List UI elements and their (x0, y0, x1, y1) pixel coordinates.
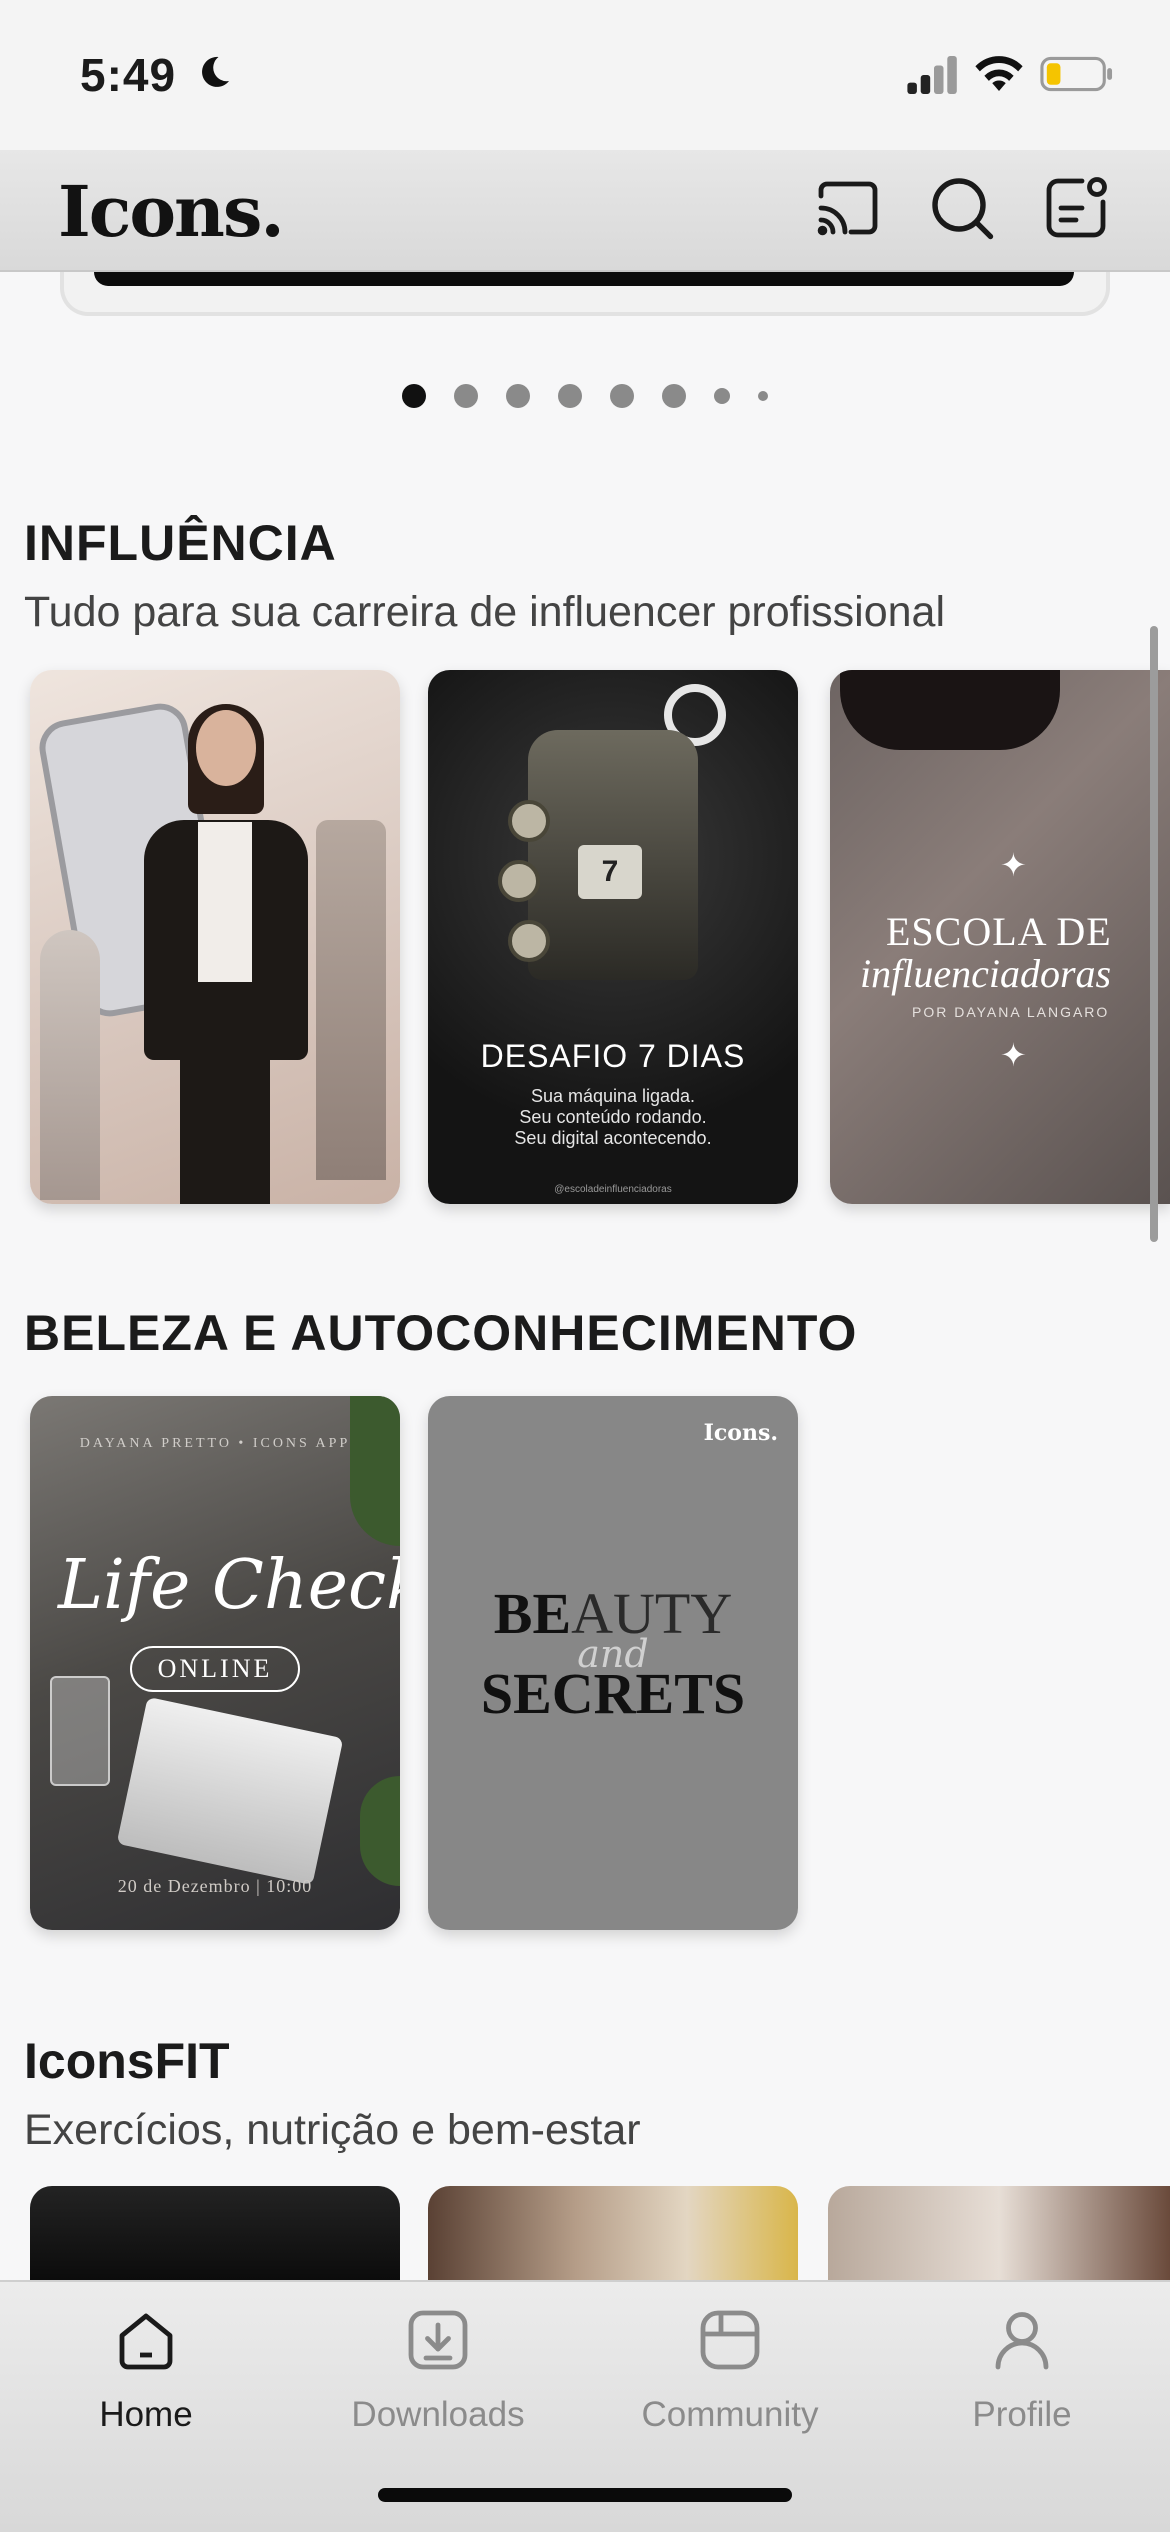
tab-community[interactable]: Community (584, 2304, 876, 2435)
influencer-portrait (130, 704, 320, 1204)
beauty-secrets-card[interactable]: Icons. BEAUTY and SECRETS (428, 1396, 798, 1930)
sparkle-icon: ✦ (1000, 1037, 1027, 1073)
escola-card[interactable]: ✦ ESCOLA DE influenciadoras POR DAYANA L… (830, 670, 1170, 1204)
influencer-card[interactable] (30, 670, 400, 1204)
card-logo: Icons. (703, 1420, 778, 1446)
escola-title: ESCOLA DE (886, 909, 1112, 954)
section-title-beleza: BELEZA E AUTOCONHECIMENTO (24, 1305, 858, 1361)
carousel-dot[interactable] (714, 388, 730, 404)
wifi-icon (975, 56, 1023, 91)
tab-profile[interactable]: Profile (876, 2304, 1168, 2435)
app-logo: Icons. (58, 170, 285, 253)
plant-graphic (360, 1776, 400, 1886)
tab-label: Profile (972, 2395, 1072, 2434)
clock-graphic (498, 860, 540, 902)
sparkle-icon: ✦ (1000, 847, 1027, 883)
community-icon (700, 2310, 760, 2370)
tagline-line: Seu digital acontecendo. (514, 1128, 712, 1148)
featured-banner[interactable] (60, 272, 1110, 316)
section-title-influencia: INFLUÊNCIA (24, 515, 337, 571)
user-icon (995, 2312, 1049, 2370)
notebook-graphic (116, 1696, 344, 1886)
glass-graphic (50, 1676, 110, 1786)
carousel-dot[interactable] (402, 384, 426, 408)
desafio-card[interactable]: 7 DESAFIO 7 DIAS Sua máquina ligada. Seu… (428, 670, 798, 1204)
tagline-line: Seu conteúdo rodando. (519, 1107, 707, 1127)
status-time: 5:49 (80, 49, 177, 101)
tab-home[interactable]: Home (0, 2304, 292, 2435)
section-subtitle-influencia: Tudo para sua carreira de influencer pro… (24, 588, 946, 636)
life-check-title: Life Check (58, 1546, 400, 1625)
fit-card[interactable] (428, 2186, 798, 2280)
carousel-dot[interactable] (662, 384, 686, 408)
carousel-dot[interactable] (506, 384, 530, 408)
profile-badge-icon[interactable] (1040, 172, 1112, 244)
escola-author: POR DAYANA LANGARO (912, 1004, 1110, 1020)
battery-icon (1040, 56, 1113, 92)
cast-icon[interactable] (812, 172, 884, 244)
status-bar: 5:49 (0, 0, 1170, 150)
scrollbar[interactable] (1150, 626, 1158, 1242)
life-check-card[interactable]: DAYANA PRETTO • ICONS APP Life Check ONL… (30, 1396, 400, 1930)
life-check-date: 20 de Dezembro | 10:00 (117, 1876, 313, 1896)
banner-image (94, 272, 1074, 286)
desafio-tagline: Sua máquina ligada. Seu conteúdo rodando… (428, 1086, 798, 1149)
tower-graphic (316, 820, 386, 1180)
carousel-dot[interactable] (758, 391, 768, 401)
section-title-fit: IconsFIT (24, 2033, 230, 2089)
tab-label: Downloads (351, 2395, 525, 2434)
app-header: Icons. (0, 150, 1170, 272)
tagline-line: Sua máquina ligada. (530, 1086, 696, 1106)
carousel-dots (0, 384, 1170, 408)
home-indicator (378, 2488, 792, 2502)
signal-icon (907, 56, 957, 94)
carousel-dot[interactable] (558, 384, 582, 408)
fit-card[interactable] (30, 2186, 400, 2280)
machine-screen: 7 (578, 845, 642, 899)
moon-icon (202, 56, 229, 87)
life-check-top-text: DAYANA PRETTO • ICONS APP (79, 1436, 351, 1451)
escola-subtitle: influenciadoras (860, 951, 1112, 996)
fit-card[interactable] (828, 2186, 1170, 2280)
section-subtitle-fit: Exercícios, nutrição e bem-estar (24, 2106, 641, 2154)
download-icon (408, 2310, 468, 2370)
online-badge: ONLINE (130, 1646, 300, 1692)
search-icon[interactable] (926, 172, 998, 244)
plant-graphic (350, 1396, 400, 1546)
tab-downloads[interactable]: Downloads (292, 2304, 584, 2435)
clock-graphic (508, 920, 550, 962)
statue-graphic (40, 930, 100, 1200)
carousel-dot[interactable] (454, 384, 478, 408)
tab-label: Home (99, 2395, 193, 2434)
desafio-title: DESAFIO 7 DIAS (480, 1038, 746, 1074)
tab-label: Community (641, 2395, 819, 2434)
clock-graphic (508, 800, 550, 842)
secrets-title: SECRETS (480, 1661, 746, 1726)
desafio-handle: @escoladeinfluenciadoras (554, 1184, 672, 1195)
carousel-dot[interactable] (610, 384, 634, 408)
sunglasses-graphic (840, 670, 1060, 750)
home-icon (119, 2313, 173, 2370)
